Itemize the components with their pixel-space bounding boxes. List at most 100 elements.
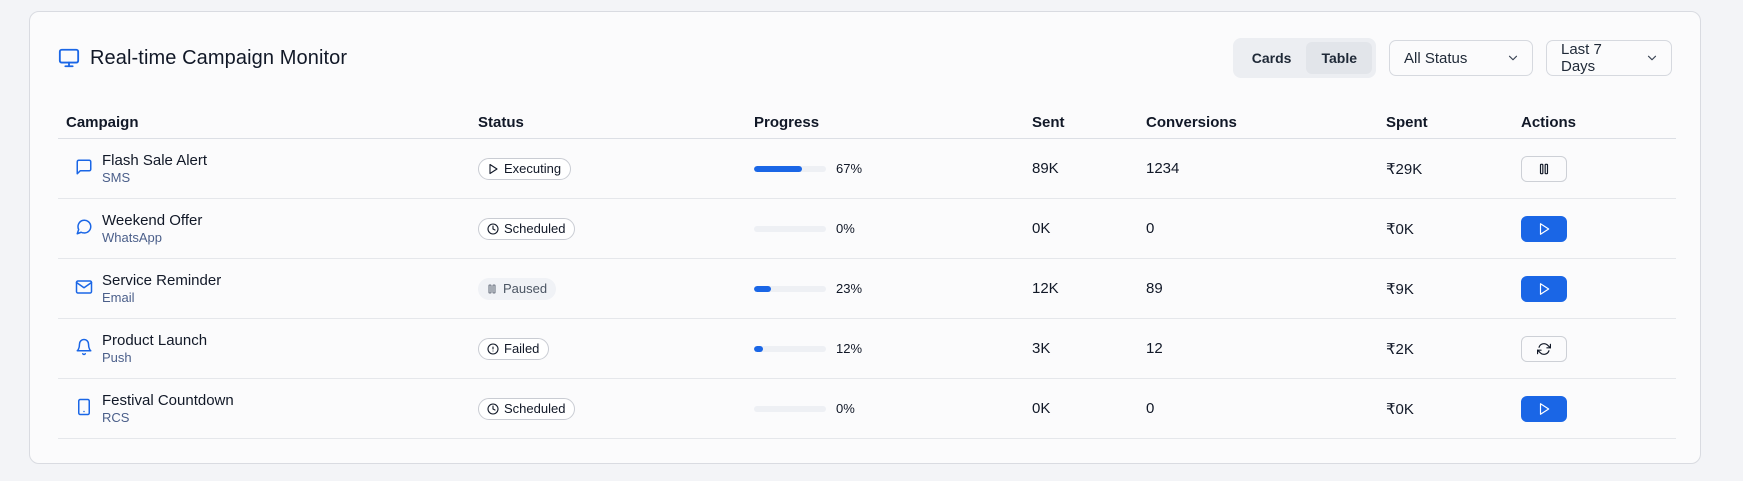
cell-spent: ₹0K — [1386, 378, 1521, 439]
clock-icon — [487, 222, 499, 235]
campaign-info: Festival Countdown RCS — [66, 391, 478, 426]
campaign-channel: Email — [102, 290, 135, 305]
progress-label: 12% — [836, 341, 863, 356]
campaign-name: Flash Sale Alert — [102, 152, 208, 169]
column-header-sent: Sent — [1032, 106, 1146, 139]
cell-actions — [1521, 378, 1676, 439]
monitor-icon — [58, 47, 80, 69]
cell-status: Scheduled — [478, 198, 754, 259]
cell-spent: ₹2K — [1386, 318, 1521, 379]
cell-progress: 0% — [754, 198, 1032, 259]
cell-status: Failed — [478, 318, 754, 379]
progress-bar — [754, 405, 826, 412]
header-controls: Cards Table All Status Last 7 Days — [1232, 38, 1672, 78]
column-header-campaign: Campaign — [58, 106, 478, 139]
campaign-info: Product Launch Push — [66, 331, 478, 366]
pause-icon — [1537, 162, 1551, 176]
cell-sent: 89K — [1032, 138, 1146, 199]
cell-status: Paused — [478, 258, 754, 319]
cell-actions — [1521, 138, 1676, 199]
table-row: Flash Sale Alert SMS Executing 67% 89K 1… — [58, 138, 1676, 199]
play-icon — [1537, 222, 1551, 236]
status-label: Executing — [504, 161, 562, 176]
status-label: Scheduled — [504, 401, 566, 416]
page-title: Real-time Campaign Monitor — [90, 46, 348, 69]
status-label: Scheduled — [504, 221, 566, 236]
progress-bar — [754, 345, 826, 352]
progress-indicator: 23% — [754, 281, 1032, 296]
chevron-down-icon — [1506, 51, 1520, 65]
progress-bar — [754, 165, 826, 172]
progress-bar-fill — [754, 165, 803, 172]
cell-conversions: 89 — [1146, 258, 1386, 319]
campaign-name: Service Reminder — [102, 272, 222, 289]
play-icon — [1537, 402, 1551, 416]
progress-indicator: 0% — [754, 401, 1032, 416]
status-badge: Failed — [478, 337, 550, 360]
cell-progress: 12% — [754, 318, 1032, 379]
cell-spent: ₹29K — [1386, 138, 1521, 199]
cell-status: Scheduled — [478, 378, 754, 439]
progress-indicator: 0% — [754, 221, 1032, 236]
status-label: Failed — [504, 341, 540, 356]
date-range-dropdown[interactable]: Last 7 Days — [1546, 40, 1672, 76]
message-circle-icon — [75, 218, 93, 236]
cell-spent: ₹0K — [1386, 198, 1521, 259]
retry-button[interactable] — [1521, 335, 1567, 362]
clock-icon — [487, 402, 499, 415]
status-filter-dropdown[interactable]: All Status — [1389, 40, 1533, 76]
campaign-info: Weekend Offer WhatsApp — [66, 211, 478, 246]
status-badge: Executing — [478, 157, 572, 180]
table-row: Product Launch Push Failed 12% 3K 12 ₹2K — [58, 318, 1676, 379]
campaign-channel: Push — [102, 350, 132, 365]
progress-bar — [754, 225, 826, 232]
title-group: Real-time Campaign Monitor — [58, 47, 347, 70]
view-toggle-table[interactable]: Table — [1306, 42, 1372, 74]
chevron-down-icon — [1645, 51, 1659, 65]
play-button[interactable] — [1521, 395, 1567, 422]
table-row: Service Reminder Email Paused 23% 12K 89… — [58, 258, 1676, 319]
campaign-channel: WhatsApp — [102, 230, 162, 245]
table-row: Weekend Offer WhatsApp Scheduled 0% 0K 0… — [58, 198, 1676, 259]
campaign-name: Product Launch — [102, 332, 208, 349]
column-header-progress: Progress — [754, 106, 1032, 139]
column-header-conversions: Conversions — [1146, 106, 1386, 139]
status-badge: Scheduled — [478, 217, 576, 240]
progress-label: 23% — [836, 281, 863, 296]
cell-campaign: Service Reminder Email — [58, 258, 478, 319]
progress-label: 0% — [836, 221, 855, 236]
view-toggle-cards[interactable]: Cards — [1237, 42, 1307, 74]
progress-indicator: 67% — [754, 161, 1032, 176]
campaign-table: Campaign Status Progress Sent Conversion… — [58, 106, 1676, 439]
status-filter-value: All Status — [1404, 49, 1468, 67]
cell-conversions: 1234 — [1146, 138, 1386, 199]
play-button[interactable] — [1521, 215, 1567, 242]
progress-label: 67% — [836, 161, 863, 176]
play-icon — [487, 163, 499, 175]
progress-bar-fill — [754, 345, 763, 352]
cell-progress: 23% — [754, 258, 1032, 319]
cell-campaign: Weekend Offer WhatsApp — [58, 198, 478, 259]
cell-campaign: Product Launch Push — [58, 318, 478, 379]
cell-sent: 0K — [1032, 198, 1146, 259]
cell-actions — [1521, 198, 1676, 259]
cell-conversions: 12 — [1146, 318, 1386, 379]
play-icon — [1537, 282, 1551, 296]
pause-button[interactable] — [1521, 155, 1567, 182]
campaign-channel: RCS — [102, 410, 130, 425]
cell-actions — [1521, 318, 1676, 379]
cell-conversions: 0 — [1146, 378, 1386, 439]
cell-sent: 12K — [1032, 258, 1146, 319]
view-toggle: Cards Table — [1232, 38, 1376, 78]
play-button[interactable] — [1521, 275, 1567, 302]
cell-actions — [1521, 258, 1676, 319]
campaign-channel: SMS — [102, 170, 131, 185]
column-header-spent: Spent — [1386, 106, 1521, 139]
progress-bar-fill — [754, 285, 771, 292]
cell-status: Executing — [478, 138, 754, 199]
cell-conversions: 0 — [1146, 198, 1386, 259]
date-range-value: Last 7 Days — [1561, 41, 1602, 75]
cell-campaign: Festival Countdown RCS — [58, 378, 478, 439]
status-label: Paused — [503, 281, 548, 296]
message-square-icon — [75, 158, 93, 176]
